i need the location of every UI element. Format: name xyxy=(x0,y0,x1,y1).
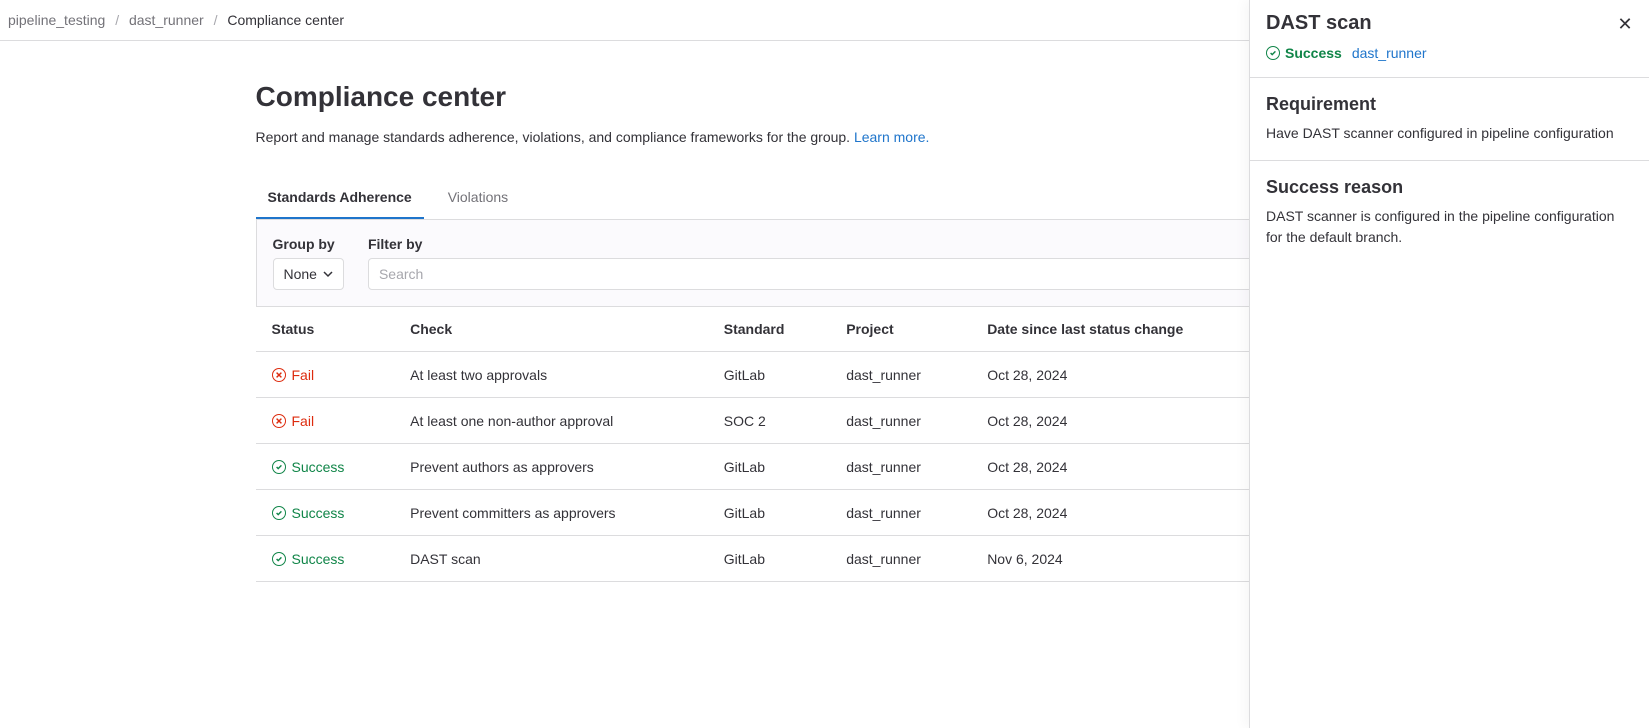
col-check: Check xyxy=(394,307,708,352)
status-text: Fail xyxy=(292,413,315,429)
panel-project-link[interactable]: dast_runner xyxy=(1352,45,1427,61)
tabs: Standards Adherence Violations xyxy=(256,177,1394,220)
date-cell: Oct 28, 2024 xyxy=(971,490,1272,536)
details-panel: ✕ DAST scan Success dast_runner Requirem… xyxy=(1249,0,1649,728)
page-title: Compliance center xyxy=(256,81,1394,113)
group-by-dropdown[interactable]: None xyxy=(273,258,344,290)
tab-violations[interactable]: Violations xyxy=(436,177,520,219)
page-description: Report and manage standards adherence, v… xyxy=(256,129,1394,145)
panel-status-badge: Success xyxy=(1266,45,1342,61)
standard-cell: SOC 2 xyxy=(708,398,830,444)
status-cell: Success xyxy=(272,505,345,521)
project-cell: dast_runner xyxy=(830,490,971,536)
date-cell: Oct 28, 2024 xyxy=(971,398,1272,444)
status-cell: Success xyxy=(272,551,345,567)
project-cell: dast_runner xyxy=(830,536,971,582)
date-cell: Oct 28, 2024 xyxy=(971,352,1272,398)
reason-text: DAST scanner is configured in the pipeli… xyxy=(1266,206,1633,248)
search-input[interactable] xyxy=(368,258,1377,290)
check-cell: Prevent authors as approvers xyxy=(394,444,708,490)
status-cell: Fail xyxy=(272,413,315,429)
table-row: Success Prevent committers as approversGi… xyxy=(256,490,1394,536)
group-by-value: None xyxy=(284,266,317,282)
standard-cell: GitLab xyxy=(708,490,830,536)
date-cell: Oct 28, 2024 xyxy=(971,444,1272,490)
status-cell: Fail xyxy=(272,367,315,383)
breadcrumb-item-0[interactable]: pipeline_testing xyxy=(8,12,105,28)
group-by-label: Group by xyxy=(273,236,344,252)
chevron-down-icon xyxy=(323,269,333,279)
panel-reason-section: Success reason DAST scanner is configure… xyxy=(1250,161,1649,264)
col-standard: Standard xyxy=(708,307,830,352)
breadcrumb-separator: / xyxy=(115,12,119,28)
fail-icon xyxy=(272,368,286,382)
close-icon: ✕ xyxy=(1617,14,1632,35)
project-cell: dast_runner xyxy=(830,352,971,398)
close-button[interactable]: ✕ xyxy=(1613,12,1637,36)
reason-heading: Success reason xyxy=(1266,177,1633,198)
table-row: Fail At least two approvalsGitLabdast_run… xyxy=(256,352,1394,398)
col-project: Project xyxy=(830,307,971,352)
project-cell: dast_runner xyxy=(830,444,971,490)
requirement-heading: Requirement xyxy=(1266,94,1633,115)
check-cell: Prevent committers as approvers xyxy=(394,490,708,536)
check-cell: At least one non-author approval xyxy=(394,398,708,444)
check-cell: DAST scan xyxy=(394,536,708,582)
group-by-filter: Group by None xyxy=(273,236,344,290)
table-row: Success Prevent authors as approversGitLa… xyxy=(256,444,1394,490)
status-cell: Success xyxy=(272,459,345,475)
requirement-text: Have DAST scanner configured in pipeline… xyxy=(1266,123,1633,144)
table-row: Fail At least one non-author approvalSOC … xyxy=(256,398,1394,444)
col-status: Status xyxy=(256,307,395,352)
tab-standards-adherence[interactable]: Standards Adherence xyxy=(256,177,424,219)
panel-status-text: Success xyxy=(1285,45,1342,61)
filter-by-label: Filter by xyxy=(368,236,1377,252)
panel-header: ✕ DAST scan Success dast_runner xyxy=(1250,0,1649,78)
main-content: Compliance center Report and manage stan… xyxy=(240,41,1410,622)
learn-more-link[interactable]: Learn more. xyxy=(854,129,929,145)
status-text: Success xyxy=(292,551,345,567)
project-cell: dast_runner xyxy=(830,398,971,444)
status-text: Success xyxy=(292,459,345,475)
success-icon xyxy=(272,506,286,520)
standard-cell: GitLab xyxy=(708,444,830,490)
breadcrumb-item-current: Compliance center xyxy=(227,12,344,28)
page-description-text: Report and manage standards adherence, v… xyxy=(256,129,854,145)
adherence-table: Status Check Standard Project Date since… xyxy=(256,307,1394,582)
status-text: Fail xyxy=(292,367,315,383)
breadcrumb-item-1[interactable]: dast_runner xyxy=(129,12,204,28)
status-text: Success xyxy=(292,505,345,521)
table-row: Success DAST scanGitLabdast_runnerNov 6, … xyxy=(256,536,1394,582)
filter-by-group: Filter by xyxy=(368,236,1377,290)
date-cell: Nov 6, 2024 xyxy=(971,536,1272,582)
breadcrumb-separator: / xyxy=(214,12,218,28)
fail-icon xyxy=(272,414,286,428)
filters-bar: Group by None Filter by xyxy=(256,220,1394,307)
standard-cell: GitLab xyxy=(708,352,830,398)
success-icon xyxy=(272,552,286,566)
success-icon xyxy=(1266,46,1280,60)
standard-cell: GitLab xyxy=(708,536,830,582)
panel-title: DAST scan xyxy=(1266,12,1633,35)
panel-requirement-section: Requirement Have DAST scanner configured… xyxy=(1250,78,1649,161)
success-icon xyxy=(272,460,286,474)
check-cell: At least two approvals xyxy=(394,352,708,398)
col-date: Date since last status change xyxy=(971,307,1272,352)
panel-status-row: Success dast_runner xyxy=(1266,45,1633,61)
